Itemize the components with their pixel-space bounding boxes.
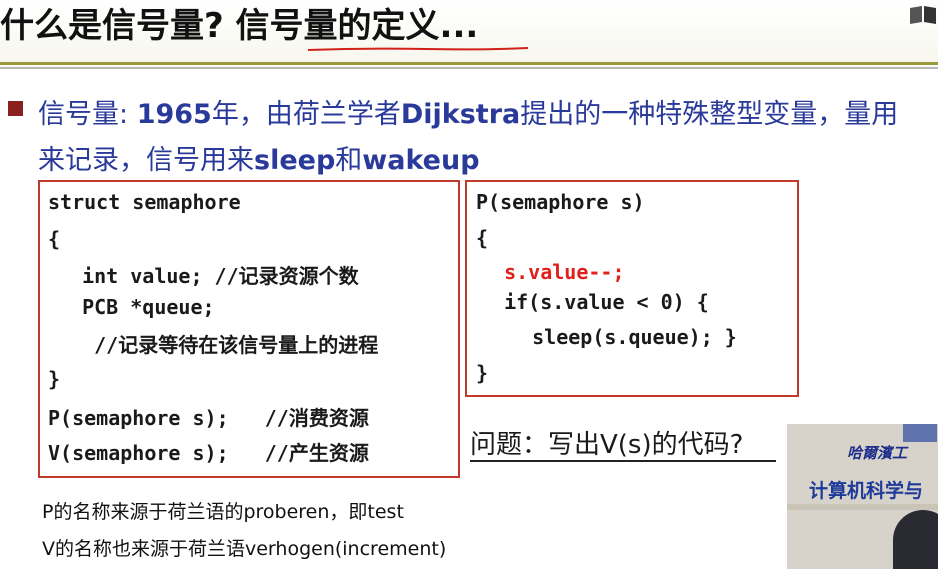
code-line: if(s.value < 0) {	[480, 290, 709, 314]
video-sign-main: 计算机科学与	[809, 480, 924, 502]
code-line: P(semaphore s)	[476, 190, 645, 214]
title-rule	[0, 62, 938, 65]
note-p-origin: P的名称来源于荷兰语的proberen，即test	[42, 501, 404, 523]
title-rule-shadow	[0, 67, 938, 69]
title-handwritten-underline	[307, 47, 529, 51]
code-line: P(semaphore s); //消费资源	[48, 406, 369, 430]
lecturer-video-thumbnail[interactable]: 哈爾濱工 计算机科学与	[787, 424, 938, 569]
book-icon	[910, 6, 936, 24]
question-text: 问题：写出V(s)的代码?	[470, 430, 744, 460]
code-line: //记录等待在该信号量上的进程	[58, 333, 379, 357]
code-line: int value; //记录资源个数	[58, 264, 359, 288]
code-line: V(semaphore s); //产生资源	[48, 441, 369, 465]
definition-line-1: 信号量: 1965年，由荷兰学者Dijkstra提出的一种特殊整型变量，量用	[38, 99, 899, 130]
note-v-origin: V的名称也来源于荷兰语verhogen(increment)	[42, 538, 447, 560]
video-desk-edge	[787, 504, 938, 510]
lecturer-figure	[893, 510, 938, 569]
video-sign-top: 哈爾濱工	[847, 444, 908, 462]
code-line: PCB *queue;	[58, 295, 215, 319]
bullet-square	[8, 101, 23, 116]
university-logo	[903, 424, 937, 442]
code-line: }	[476, 361, 489, 385]
code-line-highlight: s.value--;	[480, 260, 625, 284]
code-line: {	[476, 226, 489, 250]
question-underline	[470, 460, 776, 462]
code-line: {	[48, 227, 61, 251]
definition-line-2: 来记录，信号用来sleep和wakeup	[38, 145, 480, 176]
code-line: }	[48, 367, 61, 391]
code-line: sleep(s.queue); }	[496, 325, 737, 349]
code-line: struct semaphore	[48, 190, 241, 214]
